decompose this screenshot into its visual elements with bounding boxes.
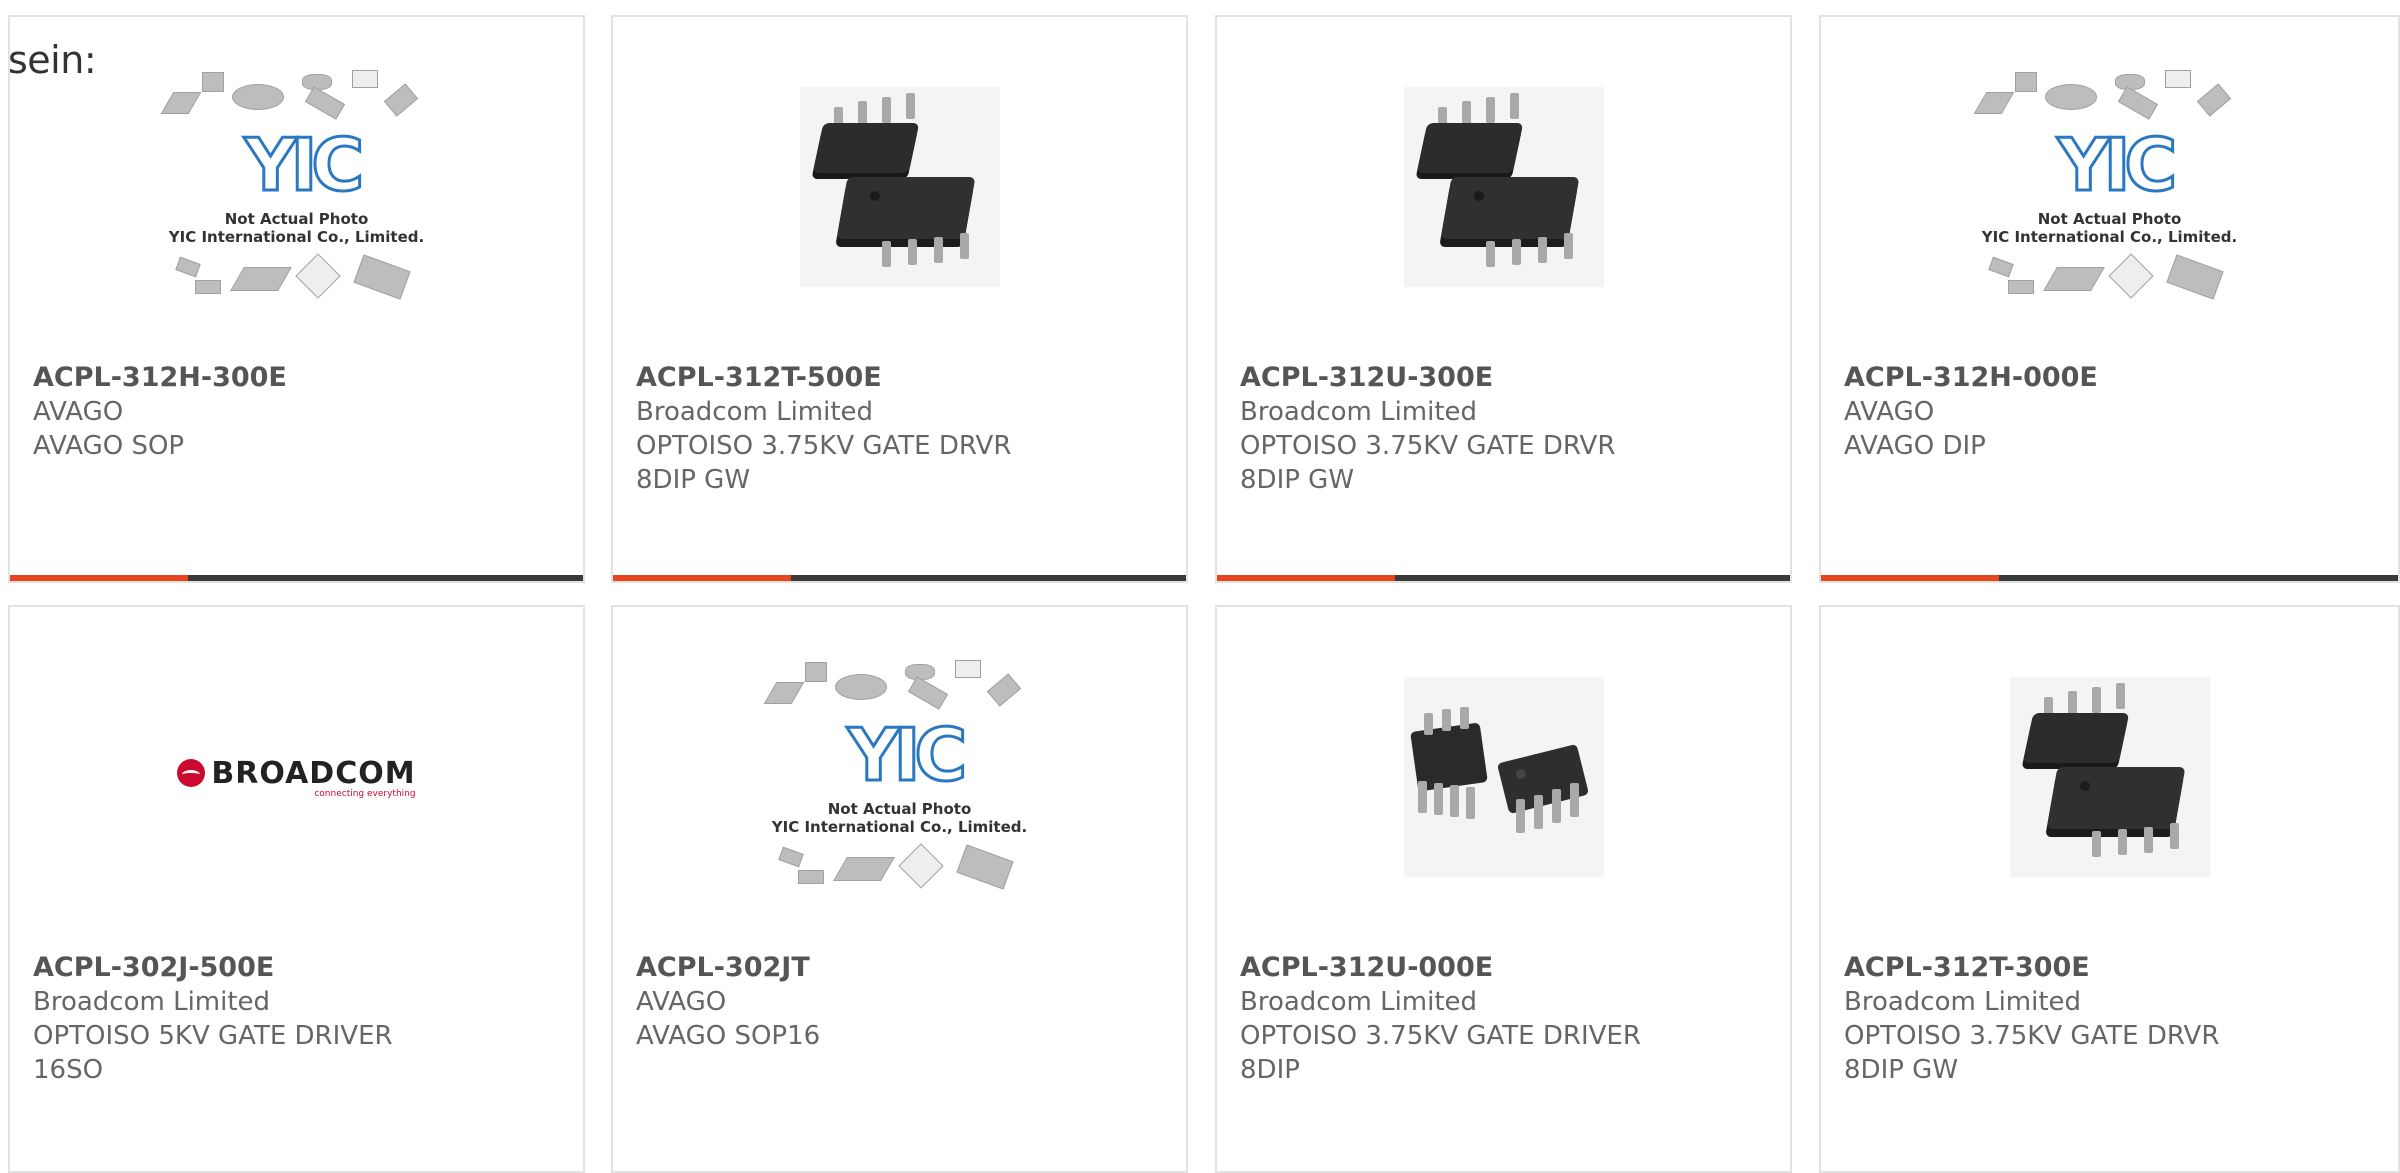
broadcom-wordmark: BROADCOM bbox=[211, 755, 416, 791]
soic-package-photo bbox=[1403, 87, 1604, 287]
product-card[interactable]: ACPL-312T-500E Broadcom Limited OPTOISO … bbox=[611, 15, 1188, 583]
description-line1: OPTOISO 3.75KV GATE DRVR bbox=[1240, 431, 1616, 461]
placeholder-caption: Not Actual Photo YIC International Co., … bbox=[760, 800, 1040, 836]
description-line1: OPTOISO 5KV GATE DRIVER bbox=[33, 1021, 393, 1051]
soic-package-photo bbox=[2009, 677, 2210, 877]
placeholder-line1: Not Actual Photo bbox=[827, 800, 972, 818]
product-image[interactable]: BROADCOM connecting everything bbox=[10, 607, 583, 947]
manufacturer: Broadcom Limited bbox=[33, 987, 271, 1017]
product-info: ACPL-302J-500E Broadcom Limited OPTOISO … bbox=[33, 951, 563, 1087]
product-info: ACPL-312T-500E Broadcom Limited OPTOISO … bbox=[636, 361, 1166, 497]
card-accent-fill bbox=[613, 575, 792, 581]
part-number[interactable]: ACPL-312T-500E bbox=[636, 361, 1166, 395]
manufacturer: Broadcom Limited bbox=[1240, 987, 1478, 1017]
product-card[interactable]: ACPL-312U-300E Broadcom Limited OPTOISO … bbox=[1215, 15, 1792, 583]
manufacturer: AVAGO bbox=[636, 987, 727, 1017]
description-line2: 8DIP GW bbox=[1844, 1055, 1959, 1085]
yic-logo: YIC bbox=[846, 713, 969, 798]
manufacturer: Broadcom Limited bbox=[1844, 987, 2082, 1017]
product-info: ACPL-312H-300E AVAGO AVAGO SOP bbox=[33, 361, 563, 463]
soic-package-photo bbox=[799, 87, 1000, 287]
product-image[interactable] bbox=[1821, 607, 2398, 947]
card-accent-fill bbox=[1217, 575, 1396, 581]
part-number[interactable]: ACPL-312H-300E bbox=[33, 361, 563, 395]
product-image[interactable]: YIC Not Actual Photo YIC International C… bbox=[613, 607, 1186, 947]
placeholder-line1: Not Actual Photo bbox=[2037, 210, 2182, 228]
product-info: ACPL-312U-300E Broadcom Limited OPTOISO … bbox=[1240, 361, 1770, 497]
broadcom-pulse-icon bbox=[177, 759, 206, 787]
description-line2: 8DIP bbox=[1240, 1055, 1300, 1085]
product-card[interactable]: YIC Not Actual Photo YIC International C… bbox=[8, 15, 585, 583]
description-line1: OPTOISO 3.75KV GATE DRVR bbox=[636, 431, 1012, 461]
not-actual-photo-placeholder: YIC Not Actual Photo YIC International C… bbox=[760, 652, 1040, 902]
placeholder-line2: YIC International Co., Limited. bbox=[1981, 228, 2238, 246]
card-accent-fill bbox=[10, 575, 189, 581]
dip-package-photo bbox=[1403, 677, 1604, 877]
description-line2: 8DIP GW bbox=[636, 465, 751, 495]
description-line1: OPTOISO 3.75KV GATE DRVR bbox=[1844, 1021, 2220, 1051]
card-accent-bar bbox=[1821, 575, 2398, 581]
part-number[interactable]: ACPL-302J-500E bbox=[33, 951, 563, 985]
not-actual-photo-placeholder: YIC Not Actual Photo YIC International C… bbox=[157, 62, 437, 312]
product-card[interactable]: ACPL-312U-000E Broadcom Limited OPTOISO … bbox=[1215, 605, 1792, 1173]
manufacturer: AVAGO bbox=[33, 397, 124, 427]
not-actual-photo-placeholder: YIC Not Actual Photo YIC International C… bbox=[1970, 62, 2250, 312]
card-accent-bar bbox=[613, 575, 1186, 581]
part-number[interactable]: ACPL-312H-000E bbox=[1844, 361, 2378, 395]
part-number[interactable]: ACPL-312U-300E bbox=[1240, 361, 1770, 395]
product-info: ACPL-302JT AVAGO AVAGO SOP16 bbox=[636, 951, 1166, 1053]
placeholder-caption: Not Actual Photo YIC International Co., … bbox=[1970, 210, 2250, 246]
part-number[interactable]: ACPL-312T-300E bbox=[1844, 951, 2378, 985]
manufacturer: Broadcom Limited bbox=[1240, 397, 1478, 427]
product-info: ACPL-312U-000E Broadcom Limited OPTOISO … bbox=[1240, 951, 1770, 1087]
product-image[interactable] bbox=[1217, 17, 1790, 357]
card-accent-fill bbox=[1821, 575, 2000, 581]
part-number[interactable]: ACPL-302JT bbox=[636, 951, 1166, 985]
product-info: ACPL-312T-300E Broadcom Limited OPTOISO … bbox=[1844, 951, 2378, 1087]
product-image[interactable]: YIC Not Actual Photo YIC International C… bbox=[1821, 17, 2398, 357]
card-accent-bar bbox=[1217, 575, 1790, 581]
product-card[interactable]: ACPL-312T-300E Broadcom Limited OPTOISO … bbox=[1819, 605, 2400, 1173]
product-card[interactable]: BROADCOM connecting everything ACPL-302J… bbox=[8, 605, 585, 1173]
placeholder-caption: Not Actual Photo YIC International Co., … bbox=[157, 210, 437, 246]
yic-logo: YIC bbox=[2056, 123, 2179, 208]
lead-text: sein: bbox=[8, 38, 97, 82]
card-accent-bar bbox=[10, 575, 583, 581]
product-image[interactable] bbox=[1217, 607, 1790, 947]
yic-logo: YIC bbox=[243, 123, 366, 208]
description-line1: OPTOISO 3.75KV GATE DRIVER bbox=[1240, 1021, 1641, 1051]
product-image[interactable] bbox=[613, 17, 1186, 357]
placeholder-line2: YIC International Co., Limited. bbox=[771, 818, 1028, 836]
product-grid: YIC Not Actual Photo YIC International C… bbox=[0, 0, 2400, 1173]
description-line2: 8DIP GW bbox=[1240, 465, 1355, 495]
product-info: ACPL-312H-000E AVAGO AVAGO DIP bbox=[1844, 361, 2378, 463]
description-line2: 16SO bbox=[33, 1055, 104, 1085]
product-card[interactable]: YIC Not Actual Photo YIC International C… bbox=[1819, 15, 2400, 583]
product-card[interactable]: YIC Not Actual Photo YIC International C… bbox=[611, 605, 1188, 1173]
description-line1: AVAGO SOP16 bbox=[636, 1021, 821, 1051]
part-number[interactable]: ACPL-312U-000E bbox=[1240, 951, 1770, 985]
placeholder-line1: Not Actual Photo bbox=[224, 210, 369, 228]
manufacturer: AVAGO bbox=[1844, 397, 1935, 427]
manufacturer: Broadcom Limited bbox=[636, 397, 874, 427]
broadcom-logo: BROADCOM connecting everything bbox=[177, 755, 416, 799]
description-line1: AVAGO SOP bbox=[33, 431, 185, 461]
description-line1: AVAGO DIP bbox=[1844, 431, 1986, 461]
placeholder-line2: YIC International Co., Limited. bbox=[168, 228, 425, 246]
